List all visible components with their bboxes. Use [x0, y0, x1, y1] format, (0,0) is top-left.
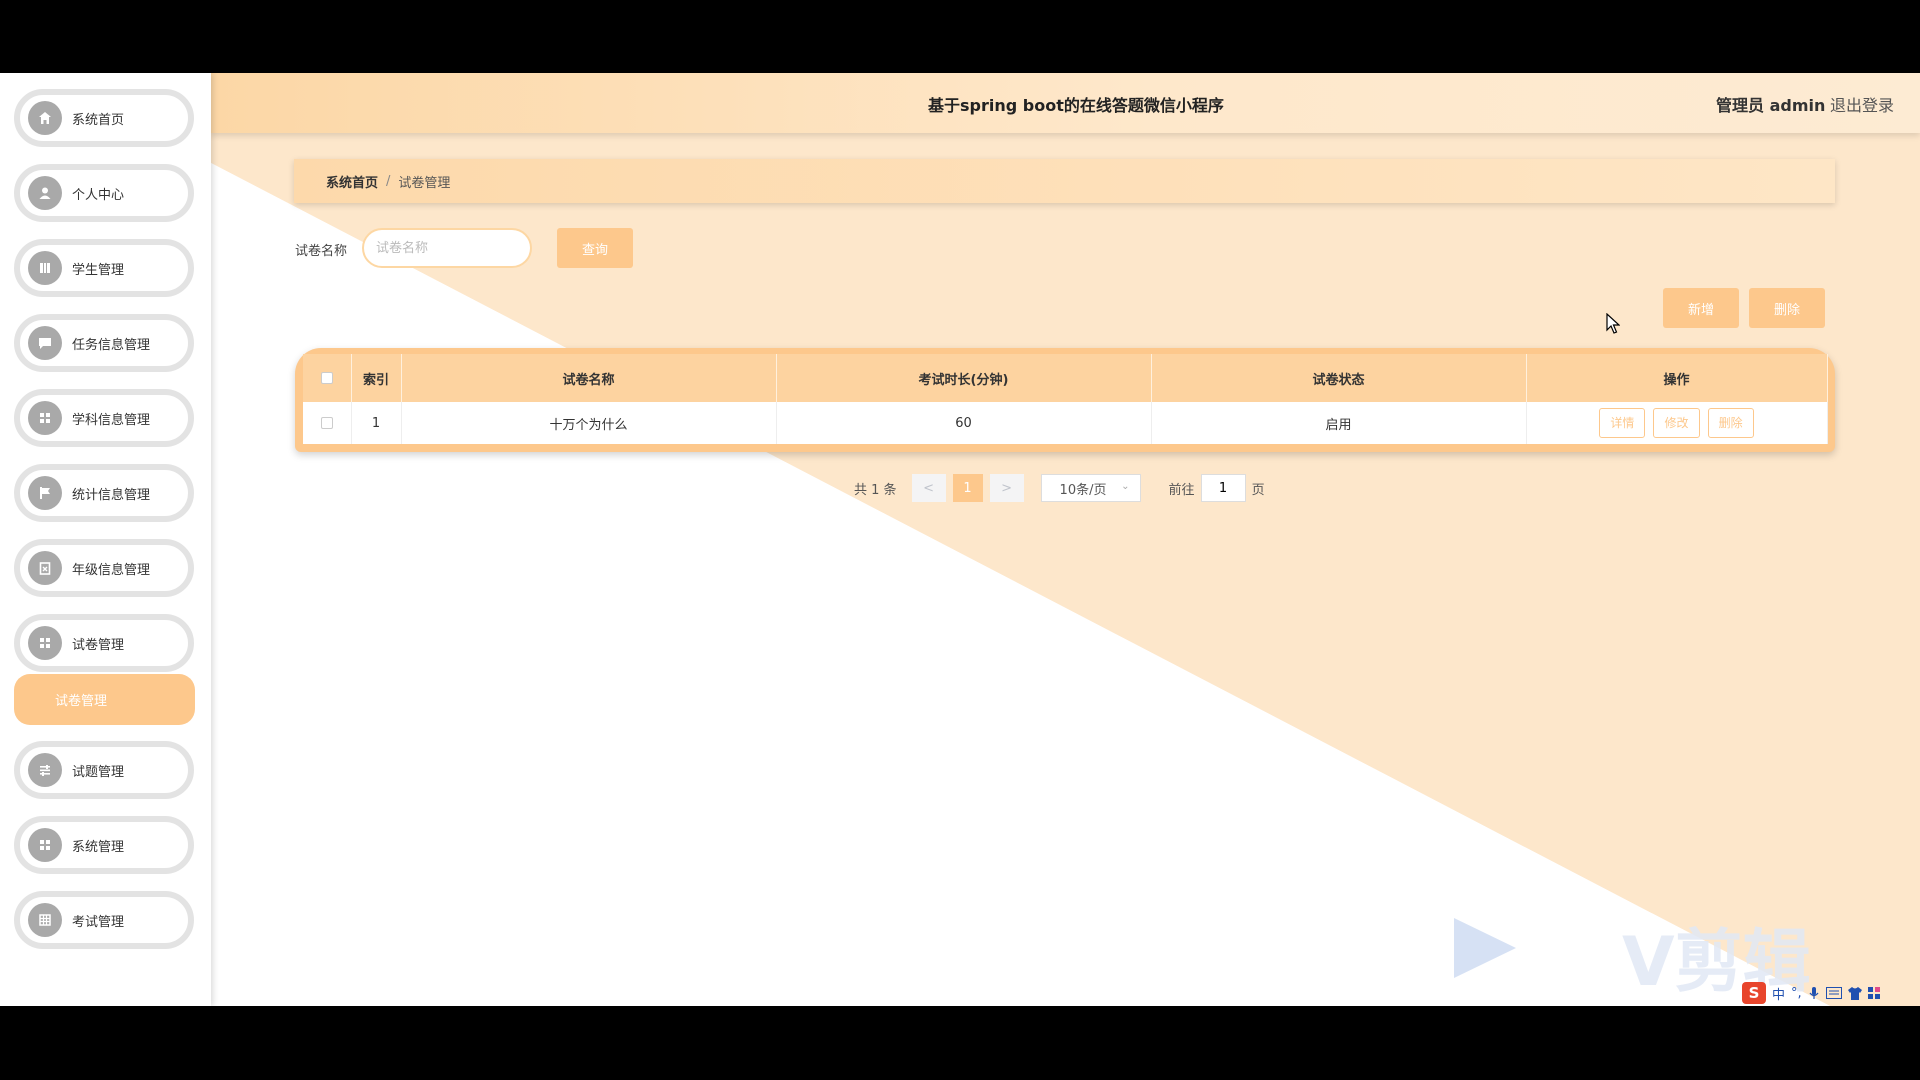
- cell-actions: 详情 修改 删除: [1526, 402, 1828, 444]
- sidebar-item-statistics[interactable]: 统计信息管理: [14, 464, 194, 522]
- sidebar-item-label: 年级信息管理: [72, 562, 151, 578]
- clipboard-icon: [28, 551, 62, 585]
- sidebar-item-label: 个人中心: [72, 187, 125, 203]
- sidebar-item-label: 学生管理: [72, 262, 125, 278]
- next-page-button[interactable]: >: [989, 474, 1024, 502]
- goto-suffix: 页: [1251, 482, 1265, 498]
- add-button[interactable]: 新增: [1663, 288, 1739, 328]
- page-number-current[interactable]: 1: [952, 474, 983, 502]
- sidebar-item-profile[interactable]: 个人中心: [14, 164, 194, 222]
- sliders-icon: [28, 753, 62, 787]
- table-row: 1 十万个为什么 60 启用 详情 修改 删除: [303, 402, 1828, 444]
- column-header-index: 索引: [351, 354, 402, 402]
- sidebar-item-label: 学科信息管理: [72, 412, 151, 428]
- breadcrumb-separator: /: [386, 173, 391, 189]
- search-button[interactable]: 查询: [557, 228, 633, 268]
- column-header-name: 试卷名称: [401, 354, 777, 402]
- delete-button[interactable]: 删除: [1707, 408, 1754, 438]
- search-input[interactable]: [362, 228, 532, 268]
- watermark-logo-icon: [1454, 918, 1516, 978]
- logout-link[interactable]: 退出登录: [1830, 92, 1894, 116]
- data-table: 索引 试卷名称 考试时长(分钟) 试卷状态 操作 1 十万个为什么 60 启用: [303, 354, 1828, 444]
- ime-logo-icon[interactable]: S: [1742, 982, 1766, 1004]
- grid-icon: [28, 828, 62, 862]
- sidebar-item-label: 考试管理: [72, 914, 125, 930]
- cell-index: 1: [351, 402, 402, 444]
- user-icon: [28, 176, 62, 210]
- sidebar-item-students[interactable]: 学生管理: [14, 239, 194, 297]
- goto-page-input[interactable]: [1200, 474, 1246, 502]
- chevron-down-icon: ⌄: [1121, 481, 1130, 492]
- sidebar-item-label: 任务信息管理: [72, 337, 151, 353]
- breadcrumb-current: 试卷管理: [398, 175, 451, 191]
- sidebar-item-label: 系统管理: [72, 839, 125, 855]
- batch-delete-button[interactable]: 删除: [1749, 288, 1825, 328]
- sidebar-item-tasks[interactable]: 任务信息管理: [14, 314, 194, 372]
- column-header-duration: 考试时长(分钟): [776, 354, 1152, 402]
- sidebar-item-home[interactable]: 系统首页: [14, 89, 194, 147]
- search-label: 试卷名称: [295, 244, 348, 259]
- row-select-cell: [303, 402, 352, 444]
- sidebar-item-label: 系统首页: [72, 112, 125, 128]
- keyboard-icon[interactable]: [1825, 987, 1842, 999]
- column-header-actions: 操作: [1526, 354, 1828, 402]
- punctuation-icon[interactable]: °,: [1791, 986, 1802, 1001]
- detail-button[interactable]: 详情: [1599, 408, 1646, 438]
- table-header-row: 索引 试卷名称 考试时长(分钟) 试卷状态 操作: [303, 354, 1828, 402]
- flag-icon: [28, 476, 62, 510]
- pagination: 共 1 条 < 1 > 10条/页 ⌄ 前往 页: [854, 474, 1265, 502]
- sidebar-item-grades[interactable]: 年级信息管理: [14, 539, 194, 597]
- sidebar-item-questions[interactable]: 试题管理: [14, 741, 194, 799]
- table-icon: [28, 903, 62, 937]
- goto-prefix: 前往: [1168, 482, 1195, 498]
- skin-shirt-icon[interactable]: [1847, 986, 1862, 1000]
- app-window: 系统首页 个人中心 学生管理 任务信息管理 学科信息管理 统计信息管理 年级信息…: [0, 73, 1920, 1006]
- edit-button[interactable]: 修改: [1653, 408, 1700, 438]
- chat-icon: [28, 326, 62, 360]
- sidebar-item-label: 统计信息管理: [72, 487, 151, 503]
- ime-toolbar: S 中 °,: [1742, 981, 1880, 1005]
- sidebar-item-label: 试题管理: [72, 764, 125, 780]
- data-table-container: 索引 试卷名称 考试时长(分钟) 试卷状态 操作 1 十万个为什么 60 启用: [295, 348, 1835, 452]
- breadcrumb-home[interactable]: 系统首页: [326, 172, 378, 191]
- mouse-cursor-icon: [1606, 313, 1620, 334]
- cell-name: 十万个为什么: [401, 402, 777, 444]
- submenu-item-papers[interactable]: 试卷管理: [14, 674, 195, 725]
- prev-page-button[interactable]: <: [911, 474, 946, 502]
- sidebar-item-system[interactable]: 系统管理: [14, 816, 194, 874]
- select-all-cell: [303, 354, 352, 402]
- breadcrumb: 系统首页 / 试卷管理: [294, 159, 1835, 203]
- sidebar: 系统首页 个人中心 学生管理 任务信息管理 学科信息管理 统计信息管理 年级信息…: [0, 73, 211, 1006]
- toolbox-grid-icon[interactable]: [1867, 987, 1880, 999]
- home-icon: [28, 101, 62, 135]
- microphone-icon[interactable]: [1808, 986, 1820, 1000]
- row-checkbox[interactable]: [320, 417, 333, 429]
- sidebar-item-exams[interactable]: 考试管理: [14, 891, 194, 949]
- cell-status: 启用: [1151, 402, 1527, 444]
- grid-icon: [28, 401, 62, 435]
- page-size-value: 10条/页: [1059, 482, 1107, 498]
- book-icon: [28, 251, 62, 285]
- sidebar-item-papers[interactable]: 试卷管理: [14, 614, 194, 672]
- pagination-total: 共 1 条: [854, 482, 897, 498]
- top-header: 基于spring boot的在线答题微信小程序 管理员 admin 退出登录: [211, 73, 1920, 133]
- app-title: 基于spring boot的在线答题微信小程序: [928, 96, 1224, 115]
- cell-duration: 60: [776, 402, 1152, 444]
- sidebar-item-subjects[interactable]: 学科信息管理: [14, 389, 194, 447]
- select-all-checkbox[interactable]: [320, 372, 333, 384]
- ime-mode[interactable]: 中: [1772, 984, 1785, 1003]
- sidebar-item-label: 试卷管理: [72, 637, 125, 653]
- grid-icon: [28, 626, 62, 660]
- column-header-status: 试卷状态: [1151, 354, 1527, 402]
- user-label: 管理员 admin: [1716, 96, 1826, 115]
- background-decoration: [0, 73, 1920, 1006]
- page-size-select[interactable]: 10条/页 ⌄: [1040, 474, 1141, 502]
